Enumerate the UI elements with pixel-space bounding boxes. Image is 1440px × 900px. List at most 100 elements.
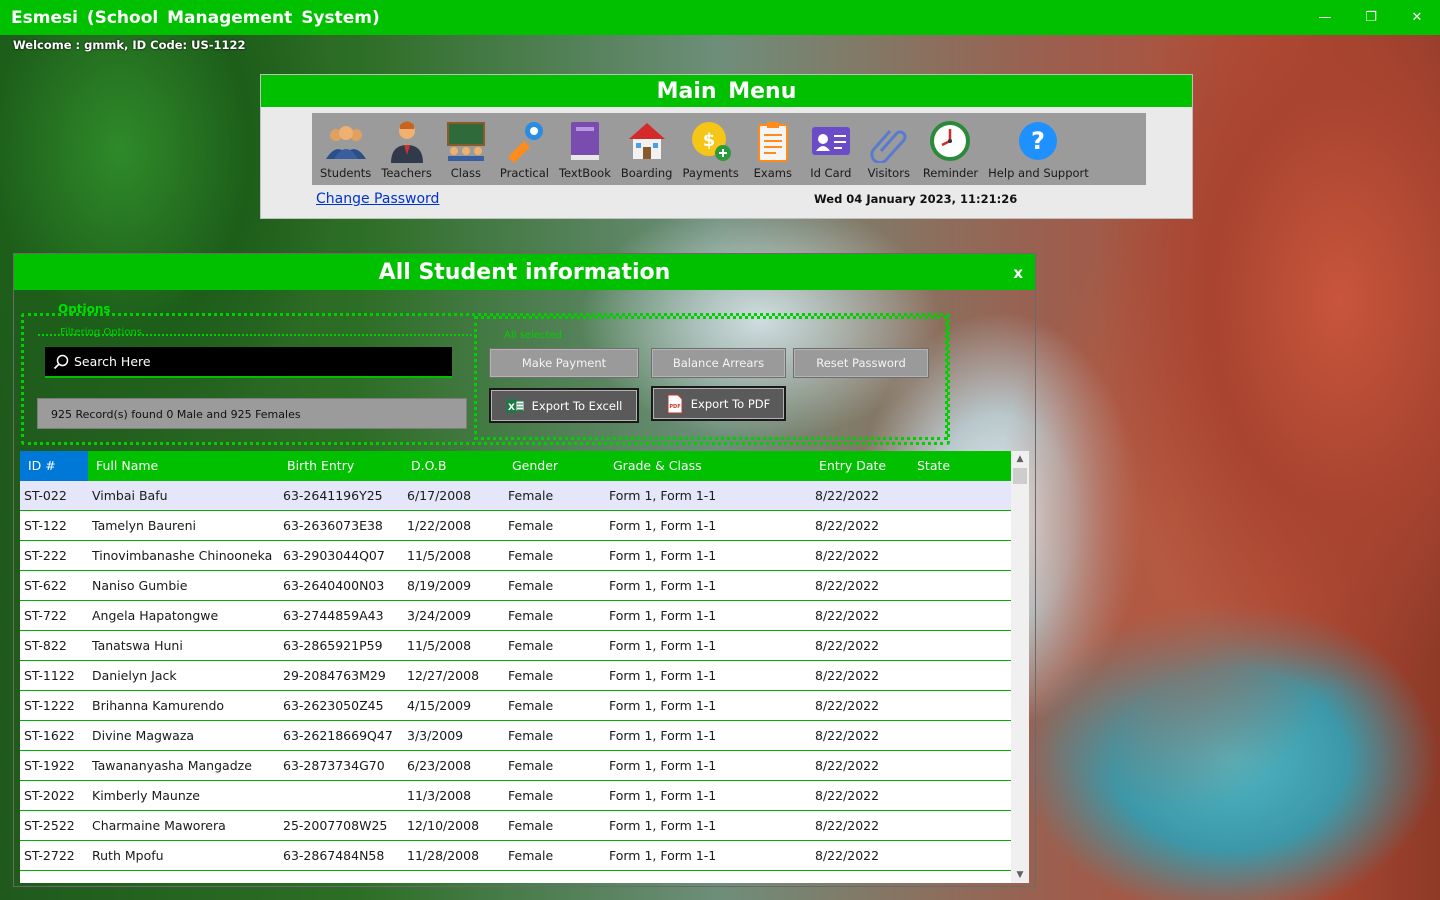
table-row[interactable]: ST-2022 Kimberly Maunze 11/3/2008 Female For… bbox=[20, 781, 1011, 811]
cell-state bbox=[909, 481, 1011, 510]
table-row[interactable]: ST-2522 Charmaine Maworera 25-2007708W25 12… bbox=[20, 811, 1011, 841]
cell-dob: 6/23/2008 bbox=[407, 758, 472, 773]
cell-dob: 4/15/2009 bbox=[407, 698, 472, 713]
table-scrollbar[interactable]: ▲ ▼ bbox=[1011, 451, 1029, 883]
cell-full-name: Danielyn Jack bbox=[92, 668, 177, 683]
menu-item-payments[interactable]: $ Payments bbox=[682, 113, 739, 180]
column-header-grade-class[interactable]: Grade & Class bbox=[605, 451, 811, 481]
scroll-thumb[interactable] bbox=[1013, 468, 1027, 484]
minimize-button[interactable]: — bbox=[1302, 0, 1348, 35]
cell-gender: Female bbox=[508, 698, 554, 713]
table-row[interactable]: ST-122 Tamelyn Baureni 63-2636073E38 1/22/2… bbox=[20, 511, 1011, 541]
cell-gender: Female bbox=[508, 668, 554, 683]
cell-full-name: Naniso Gumbie bbox=[92, 578, 188, 593]
column-header-state[interactable]: State bbox=[909, 451, 1011, 481]
excel-icon: X bbox=[505, 398, 524, 413]
make-payment-button[interactable]: Make Payment bbox=[489, 348, 639, 378]
book-icon bbox=[563, 119, 607, 163]
scroll-down-arrow-icon[interactable]: ▼ bbox=[1011, 867, 1029, 883]
cell-state bbox=[909, 541, 1011, 570]
paperclip-icon bbox=[867, 119, 911, 163]
cell-grade-class: Form 1, Form 1-1 bbox=[609, 668, 717, 683]
menu-item-class[interactable]: Class bbox=[442, 113, 490, 180]
cell-dob: 12/27/2008 bbox=[407, 668, 480, 683]
cell-dob: 11/5/2008 bbox=[407, 638, 472, 653]
table-row[interactable]: ST-222 Tinovimbanashe Chinooneka 63-290304… bbox=[20, 541, 1011, 571]
table-row[interactable]: ST-722 Angela Hapatongwe 63-2744859A43 3/24… bbox=[20, 601, 1011, 631]
restore-button[interactable]: ❐ bbox=[1348, 0, 1394, 35]
svg-text:$: $ bbox=[702, 130, 715, 151]
table-row[interactable]: ST-022 Vimbai Bafu 63-2641196Y25 6/17/2008 F… bbox=[20, 481, 1011, 511]
cell-gender: Female bbox=[508, 548, 554, 563]
balance-arrears-button[interactable]: Balance Arrears bbox=[651, 348, 786, 378]
column-header-birth-entry[interactable]: Birth Entry bbox=[279, 451, 403, 481]
export-pdf-button[interactable]: PDF Export To PDF bbox=[651, 386, 786, 421]
table-row[interactable]: ST-1622 Divine Magwaza 63-26218669Q47 3/3/2… bbox=[20, 721, 1011, 751]
cell-dob: 3/3/2009 bbox=[407, 728, 464, 743]
clock-icon bbox=[928, 119, 972, 163]
scroll-up-arrow-icon[interactable]: ▲ bbox=[1011, 451, 1029, 467]
cell-grade-class: Form 1, Form 1-1 bbox=[609, 548, 717, 563]
practical-icon bbox=[502, 119, 546, 163]
cell-grade-class: Form 1, Form 1-1 bbox=[609, 728, 717, 743]
svg-text:?: ? bbox=[1032, 127, 1046, 155]
menu-item-practical[interactable]: Practical bbox=[500, 113, 549, 180]
cell-id: ST-2722 bbox=[24, 848, 75, 863]
app-title: Esmesi (School Management System) bbox=[11, 7, 380, 28]
student-info-window: All Student information x Options Filter… bbox=[13, 253, 1036, 887]
cell-full-name: Kimberly Maunze bbox=[92, 788, 200, 803]
cell-full-name: Tinovimbanashe Chinooneka bbox=[92, 548, 273, 563]
cell-grade-class: Form 1, Form 1-1 bbox=[609, 518, 717, 533]
search-input[interactable]: Search Here bbox=[45, 347, 452, 378]
cell-state bbox=[909, 661, 1011, 690]
cell-entry-date: 8/22/2022 bbox=[815, 608, 880, 623]
cell-birth-entry: 63-2865921P59 bbox=[283, 638, 383, 653]
menu-item-exams[interactable]: Exams bbox=[749, 113, 797, 180]
menu-item-textbook[interactable]: TextBook bbox=[559, 113, 611, 180]
menu-item-visitors[interactable]: Visitors bbox=[865, 113, 913, 180]
cell-grade-class: Form 1, Form 1-1 bbox=[609, 578, 717, 593]
change-password-link[interactable]: Change Password bbox=[316, 191, 439, 207]
help-icon: ? bbox=[1016, 119, 1060, 163]
table-row[interactable]: ST-1222 Brihanna Kamurendo 63-2623050Z45 4/… bbox=[20, 691, 1011, 721]
cell-id: ST-1922 bbox=[24, 758, 75, 773]
cell-dob: 11/3/2008 bbox=[407, 788, 472, 803]
menu-item-id-card[interactable]: Id Card bbox=[807, 113, 855, 180]
menu-item-boarding[interactable]: Boarding bbox=[621, 113, 672, 180]
table-row[interactable]: ST-1122 Danielyn Jack 29-2084763M29 12/27/2… bbox=[20, 661, 1011, 691]
close-button[interactable]: ✕ bbox=[1394, 0, 1440, 35]
menu-item-help[interactable]: ? Help and Support bbox=[988, 113, 1089, 180]
cell-birth-entry: 63-2867484N58 bbox=[283, 848, 385, 863]
table-row[interactable]: ST-2722 Ruth Mpofu 63-2867484N58 11/28/2008… bbox=[20, 841, 1011, 871]
student-window-title: All Student information bbox=[378, 260, 671, 285]
cell-state bbox=[909, 841, 1011, 870]
cell-gender: Female bbox=[508, 758, 554, 773]
export-excel-button[interactable]: X Export To Excell bbox=[489, 388, 639, 423]
cell-id: ST-022 bbox=[24, 488, 67, 503]
cell-birth-entry: 63-2744859A43 bbox=[283, 608, 384, 623]
column-header-dob[interactable]: D.O.B bbox=[403, 451, 504, 481]
cell-state bbox=[909, 781, 1011, 810]
cell-id: ST-222 bbox=[24, 548, 67, 563]
main-menu-title: Main Menu bbox=[261, 75, 1192, 107]
table-row[interactable]: ST-622 Naniso Gumbie 63-2640400N03 8/19/200… bbox=[20, 571, 1011, 601]
reset-password-button[interactable]: Reset Password bbox=[793, 348, 929, 378]
cell-dob: 6/17/2008 bbox=[407, 488, 472, 503]
column-header-id[interactable]: ID # bbox=[20, 451, 88, 481]
teacher-icon bbox=[385, 119, 429, 163]
student-window-close-button[interactable]: x bbox=[1013, 254, 1023, 292]
cell-full-name: Angela Hapatongwe bbox=[92, 608, 219, 623]
menu-item-reminder[interactable]: Reminder bbox=[923, 113, 978, 180]
cell-entry-date: 8/22/2022 bbox=[815, 488, 880, 503]
column-header-gender[interactable]: Gender bbox=[504, 451, 605, 481]
menu-item-students[interactable]: Students bbox=[320, 113, 371, 180]
column-header-entry-date[interactable]: Entry Date bbox=[811, 451, 909, 481]
table-row[interactable]: ST-1922 Tawananyasha Mangadze 63-2873734G7… bbox=[20, 751, 1011, 781]
cell-id: ST-1222 bbox=[24, 698, 75, 713]
search-icon bbox=[53, 354, 69, 369]
svg-text:PDF: PDF bbox=[669, 404, 680, 410]
cell-entry-date: 8/22/2022 bbox=[815, 848, 880, 863]
column-header-full-name[interactable]: Full Name bbox=[88, 451, 279, 481]
table-row[interactable]: ST-822 Tanatswa Huni 63-2865921P59 11/5/200… bbox=[20, 631, 1011, 661]
menu-item-teachers[interactable]: Teachers bbox=[381, 113, 432, 180]
